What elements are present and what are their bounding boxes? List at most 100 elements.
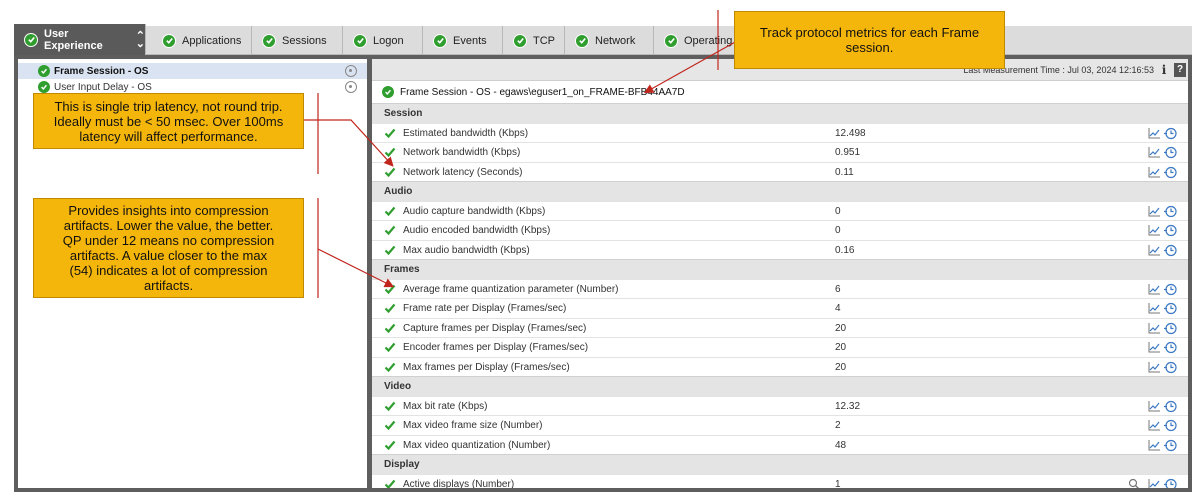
- tab-tcp[interactable]: TCP: [503, 26, 565, 55]
- ok-status-icon: [513, 33, 527, 48]
- measure-name: Frame rate per Display (Frames/sec): [403, 303, 567, 314]
- history-icon[interactable]: [1164, 146, 1177, 159]
- tab-label: Events: [453, 34, 487, 47]
- history-icon[interactable]: [1164, 205, 1177, 218]
- history-icon[interactable]: [1164, 322, 1177, 335]
- history-icon[interactable]: [1164, 400, 1177, 413]
- check-icon: [384, 400, 396, 412]
- measure-row: Max video quantization (Number) 48: [372, 434, 1188, 455]
- tab-label: Logon: [373, 34, 404, 47]
- graph-icon[interactable]: [1148, 283, 1160, 295]
- measures-pane: Last Measurement Time : Jul 03, 2024 12:…: [372, 59, 1188, 488]
- tab-network[interactable]: Network: [565, 26, 654, 55]
- tab-events[interactable]: Events: [423, 26, 503, 55]
- history-icon[interactable]: [1164, 224, 1177, 237]
- measure-row: Average frame quantization parameter (Nu…: [372, 278, 1188, 299]
- measure-name: Max frames per Display (Frames/sec): [403, 361, 570, 373]
- measure-value: 1: [835, 478, 841, 489]
- session-title: Frame Session - OS - egaws\eguser1_on_FR…: [400, 86, 685, 98]
- protocol-callout: Track protocol metrics for each Frame se…: [734, 11, 1005, 69]
- tab-label: Sessions: [282, 34, 327, 47]
- measure-value: 0.11: [835, 166, 854, 178]
- measure-name: Max video frame size (Number): [403, 420, 543, 431]
- measures-table: Session Estimated bandwidth (Kbps) 12.498 N…: [372, 103, 1188, 488]
- graph-icon[interactable]: [1148, 303, 1160, 314]
- measure-value: 0: [835, 205, 841, 217]
- history-icon[interactable]: [1164, 127, 1177, 140]
- graph-icon[interactable]: [1148, 166, 1160, 178]
- check-icon: [384, 283, 396, 295]
- history-icon[interactable]: [1164, 341, 1177, 354]
- history-icon[interactable]: [1164, 283, 1177, 296]
- graph-icon[interactable]: [1148, 342, 1160, 353]
- history-icon[interactable]: [1164, 302, 1177, 315]
- graph-icon[interactable]: [1148, 439, 1160, 451]
- measure-row: Active displays (Number) 1: [372, 473, 1188, 489]
- graph-icon[interactable]: [1148, 322, 1160, 334]
- measure-name: Average frame quantization parameter (Nu…: [403, 283, 619, 295]
- measure-row: Audio capture bandwidth (Kbps) 0: [372, 200, 1188, 221]
- ok-status-icon: [353, 33, 367, 48]
- section-header: Frames: [372, 259, 1188, 279]
- measure-value: 20: [835, 361, 847, 373]
- ok-status-icon: [433, 33, 447, 48]
- measure-name: Audio capture bandwidth (Kbps): [403, 205, 546, 217]
- check-icon: [384, 439, 396, 451]
- tab-label: User Experience: [44, 27, 103, 52]
- tab-user-experience[interactable]: User Experience ⌃ ⌄: [14, 24, 146, 55]
- graph-icon[interactable]: [1148, 244, 1160, 256]
- graph-icon[interactable]: [1148, 420, 1160, 431]
- tab-logon[interactable]: Logon: [343, 26, 423, 55]
- measure-name: Capture frames per Display (Frames/sec): [403, 322, 587, 334]
- history-icon[interactable]: [1164, 166, 1177, 179]
- tab-applications[interactable]: Applications: [152, 26, 252, 55]
- session-header: Frame Session - OS - egaws\eguser1_on_FR…: [372, 81, 1188, 103]
- history-icon[interactable]: [1164, 439, 1177, 452]
- callout-line: artifacts. Lower the value, the better.: [63, 218, 274, 233]
- measure-value: 4: [835, 303, 841, 314]
- measure-name: Max video quantization (Number): [403, 439, 551, 451]
- graph-icon[interactable]: [1148, 478, 1160, 488]
- measure-value: 20: [835, 322, 847, 334]
- graph-icon[interactable]: [1148, 205, 1160, 217]
- ok-status-icon: [24, 32, 38, 47]
- tab-operating[interactable]: Operating: [654, 26, 744, 55]
- measure-value: 6: [835, 283, 841, 295]
- measure-value: 12.498: [835, 127, 866, 139]
- info-icon[interactable]: i: [1158, 63, 1170, 77]
- configure-icon[interactable]: [345, 65, 357, 77]
- ok-status-icon: [38, 81, 50, 93]
- tab-bar: User Experience ⌃ ⌄ Applications Sessions…: [14, 24, 1192, 55]
- history-icon[interactable]: [1164, 244, 1177, 257]
- check-icon: [384, 302, 396, 314]
- callout-line: (54) indicates a lot of compression: [69, 263, 268, 278]
- history-icon[interactable]: [1164, 478, 1177, 488]
- tab-label: Applications: [182, 34, 242, 47]
- measure-name: Active displays (Number): [403, 478, 515, 489]
- ok-status-icon: [38, 65, 50, 77]
- tab-label: Operating: [684, 34, 733, 47]
- tab-sessions[interactable]: Sessions: [252, 26, 343, 55]
- measure-row: Network bandwidth (Kbps) 0.951: [372, 142, 1188, 162]
- graph-icon[interactable]: [1148, 127, 1160, 139]
- history-icon[interactable]: [1164, 361, 1177, 374]
- collapse-chevron-icon[interactable]: ⌃ ⌄: [136, 30, 145, 49]
- callout-line: Provides insights into compression: [68, 203, 269, 218]
- tree-item-frame-session[interactable]: Frame Session - OS: [18, 63, 367, 79]
- section-header: Display: [372, 454, 1188, 474]
- ok-status-icon: [382, 86, 394, 98]
- graph-icon[interactable]: [1148, 147, 1160, 158]
- callout-line: session.: [845, 40, 894, 55]
- check-icon: [384, 224, 396, 236]
- measure-row: Max audio bandwidth (Kbps) 0.16: [372, 239, 1188, 260]
- tab-label: Network: [595, 34, 636, 47]
- history-icon[interactable]: [1164, 419, 1177, 432]
- help-icon[interactable]: ?: [1174, 63, 1186, 77]
- check-icon: [384, 361, 396, 373]
- configure-icon[interactable]: [345, 81, 357, 93]
- graph-icon[interactable]: [1148, 361, 1160, 373]
- zoom-icon[interactable]: [1128, 478, 1140, 488]
- graph-icon[interactable]: [1148, 225, 1160, 236]
- check-icon: [384, 146, 396, 158]
- graph-icon[interactable]: [1148, 400, 1160, 412]
